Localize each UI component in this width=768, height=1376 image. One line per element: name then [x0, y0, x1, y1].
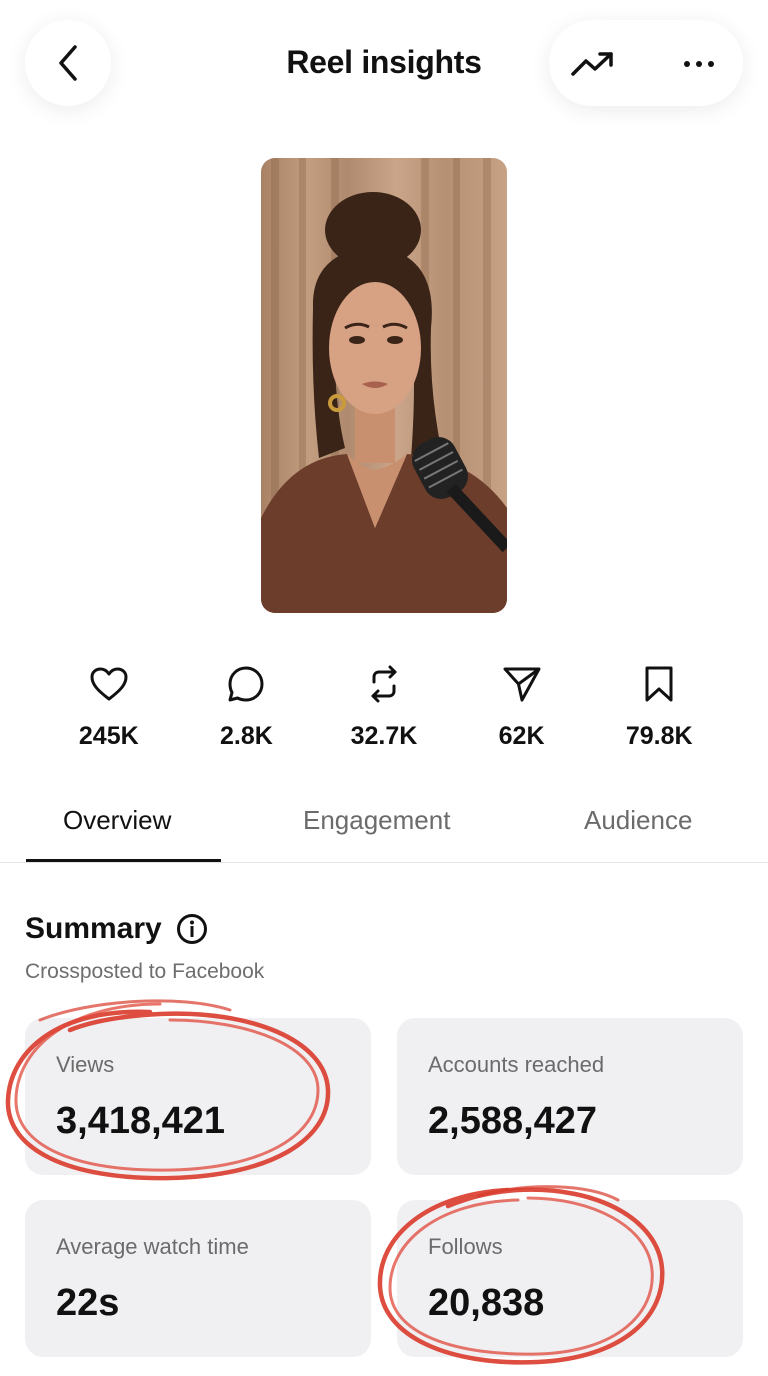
metric-card-follows[interactable]: Follows 20,838 — [397, 1200, 743, 1357]
metric-label: Follows — [428, 1234, 503, 1259]
stat-shares: 62K — [453, 664, 591, 764]
metric-card-average-watch-time[interactable]: Average watch time 22s — [25, 1200, 371, 1357]
insights-tabs: Overview Engagement Audience — [0, 795, 768, 863]
likes-count: 245K — [78, 722, 139, 750]
active-tab-indicator — [26, 859, 221, 862]
more-options-button[interactable] — [675, 40, 723, 88]
metric-value: 2,588,427 — [428, 1100, 598, 1142]
stat-saves: 79.8K — [590, 664, 728, 764]
header: Reel insights — [0, 0, 768, 130]
trending-button[interactable] — [569, 40, 617, 88]
stat-reposts: 32.7K — [315, 664, 453, 764]
reel-thumbnail[interactable] — [261, 158, 507, 613]
comments-count: 2.8K — [219, 722, 273, 750]
info-icon[interactable] — [176, 913, 208, 945]
metric-label: Accounts reached — [428, 1052, 605, 1077]
reel-thumbnail-image — [261, 158, 507, 613]
metric-value: 22s — [56, 1282, 120, 1324]
more-horizontal-icon — [684, 61, 714, 67]
reposts-count: 32.7K — [350, 722, 418, 750]
metric-card-accounts-reached[interactable]: Accounts reached 2,588,427 — [397, 1018, 743, 1175]
trending-up-icon — [571, 52, 613, 76]
metric-label: Average watch time — [56, 1234, 249, 1259]
comment-icon — [226, 664, 266, 704]
metric-card-views[interactable]: Views 3,418,421 — [25, 1018, 371, 1175]
header-actions — [549, 20, 743, 106]
repost-icon — [364, 664, 404, 704]
stat-likes: 245K — [40, 664, 178, 764]
metric-value: 3,418,421 — [56, 1100, 226, 1142]
tab-overview[interactable]: Overview — [63, 805, 171, 836]
bookmark-icon — [639, 664, 679, 704]
summary-heading: Summary — [25, 912, 208, 946]
engagement-stats: 245K 2.8K 32.7K 62K 79.8K — [40, 664, 728, 764]
metric-value: 20,838 — [428, 1282, 545, 1324]
summary-title: Summary — [25, 912, 162, 945]
saves-count: 79.8K — [625, 722, 693, 750]
metric-label: Views — [56, 1052, 115, 1077]
share-icon — [502, 664, 542, 704]
summary-subtitle: Crossposted to Facebook — [25, 960, 265, 983]
tab-engagement[interactable]: Engagement — [303, 805, 450, 836]
stat-comments: 2.8K — [178, 664, 316, 764]
tab-audience[interactable]: Audience — [584, 805, 692, 836]
shares-count: 62K — [498, 722, 545, 750]
heart-icon — [89, 664, 129, 704]
